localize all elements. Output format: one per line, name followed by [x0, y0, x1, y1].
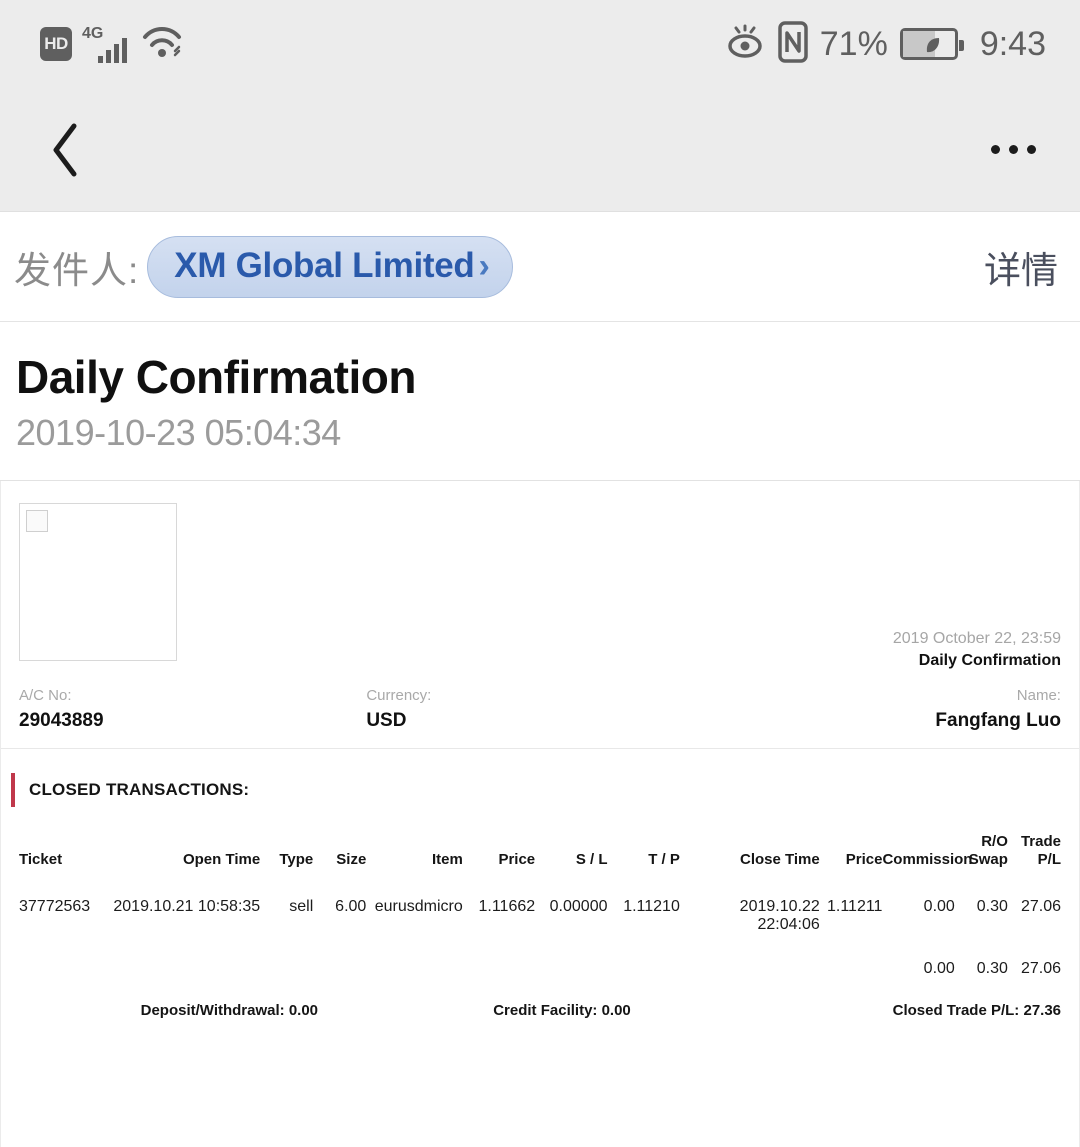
account-info-row: A/C No: 29043889 Currency: USD Name: Fan… — [1, 679, 1079, 750]
currency-value: USD — [366, 709, 407, 731]
body-bottom-padding — [0, 1081, 1080, 1147]
deposit-withdrawal-summary: Deposit/Withdrawal: 0.00 — [140, 1001, 319, 1019]
message-header: Daily Confirmation 2019-10-23 05:04:34 — [0, 322, 1080, 482]
cell-trade-pl: 27.06 — [1020, 897, 1061, 915]
back-button[interactable] — [34, 118, 98, 182]
cell-stop-loss: 0.00000 — [549, 897, 608, 915]
th-item: Item — [431, 850, 463, 868]
th-price-close: Price — [845, 850, 883, 868]
table-row: 37772563 2019.10.21 10:58:35 sell 6.00 e… — [19, 882, 1061, 942]
section-accent-bar — [11, 773, 15, 808]
th-size: Size — [336, 850, 367, 868]
sender-name-button[interactable]: XM Global Limited › — [147, 235, 513, 298]
power-save-leaf-icon — [926, 38, 939, 53]
hd-icon: HD — [40, 27, 72, 61]
cell-price-close: 1.11211 — [826, 897, 883, 915]
document-date: 2019 October 22, 23:59 — [892, 630, 1061, 648]
table-header-row: Ticket Open Time Type Size Item Price S … — [19, 825, 1061, 882]
total-trade-pl: 27.06 — [1020, 959, 1061, 977]
status-bar-right: 71% 9:43 — [724, 20, 1046, 68]
nfc-icon — [778, 20, 808, 68]
closed-trade-pl-summary: Closed Trade P/L: 27.36 — [892, 1001, 1062, 1019]
back-chevron-icon — [53, 123, 77, 176]
details-link[interactable]: 详情 — [984, 240, 1058, 294]
cell-price-open: 1.11662 — [478, 897, 536, 915]
name-value: Fangfang Luo — [935, 709, 1061, 731]
email-body: 2019 October 22, 23:59 Daily Confirmatio… — [0, 481, 1080, 1082]
cell-size: 6.00 — [335, 897, 367, 915]
th-pl-line1: Trade — [1020, 833, 1061, 851]
summary-row: Deposit/Withdrawal: 0.00 Credit Facility… — [1, 986, 1079, 1019]
th-stop-loss: S / L — [575, 850, 608, 868]
wifi-icon — [141, 25, 183, 66]
cell-take-profit: 1.11210 — [623, 897, 680, 915]
signal-icon: 4G — [82, 25, 127, 63]
table-totals-row: 0.00 0.30 27.06 — [19, 942, 1061, 986]
currency-label: Currency: — [366, 687, 432, 705]
phone-screen: HD 4G 71% 9:43 发件人: XM Global Limited › … — [0, 0, 1080, 1147]
account-number-value: 29043889 — [19, 709, 104, 731]
page-title: Daily Confirmation — [16, 351, 416, 403]
name-label: Name: — [1016, 687, 1061, 705]
chevron-right-icon: › — [478, 246, 490, 285]
sender-row: 发件人: XM Global Limited › 详情 — [0, 212, 1080, 322]
cell-item: eurusdmicro — [374, 897, 463, 915]
th-ticket: Ticket — [19, 850, 63, 868]
closed-transactions-header: CLOSED TRANSACTIONS: — [1, 749, 1079, 819]
account-number-cell: A/C No: 29043889 — [19, 685, 366, 734]
message-date: 2019-10-23 05:04:34 — [16, 412, 341, 454]
currency-cell: Currency: USD — [366, 685, 713, 734]
document-meta: 2019 October 22, 23:59 Daily Confirmatio… — [893, 628, 1061, 671]
account-number-label: A/C No: — [19, 687, 72, 705]
th-take-profit: T / P — [648, 850, 680, 868]
navigation-bar — [0, 88, 1080, 212]
th-price-open: Price — [498, 850, 536, 868]
broken-image-icon — [19, 503, 177, 662]
cell-open-time: 2019.10.21 10:58:35 — [113, 897, 261, 915]
th-swap-line1: R/O — [981, 833, 1008, 851]
th-type: Type — [279, 850, 314, 868]
broken-image-glyph — [26, 510, 48, 533]
th-pl-line2: P/L — [1037, 850, 1061, 868]
section-title: CLOSED TRANSACTIONS: — [29, 780, 250, 800]
th-trade-pl: Trade P/L — [1008, 825, 1061, 882]
cell-type: sell — [289, 897, 314, 915]
cell-swap: 0.30 — [976, 897, 1008, 915]
cell-commission: 0.00 — [923, 897, 955, 915]
sender-name-label: XM Global Limited — [174, 245, 475, 285]
cell-close-time: 2019.10.22 22:04:06 — [739, 897, 820, 933]
clock-label: 9:43 — [979, 24, 1046, 63]
total-swap: 0.30 — [976, 959, 1008, 977]
name-cell: Name: Fangfang Luo — [714, 685, 1061, 734]
credit-facility-summary: Credit Facility: 0.00 — [493, 1001, 631, 1019]
closed-transactions-table: Ticket Open Time Type Size Item Price S … — [19, 825, 1061, 986]
document-label: Daily Confirmation — [918, 651, 1061, 669]
th-close-time: Close Time — [739, 850, 820, 868]
total-commission: 0.00 — [923, 959, 955, 977]
status-bar: HD 4G 71% 9:43 — [0, 0, 1080, 88]
more-options-icon — [990, 145, 1000, 154]
sender-label: 发件人: — [14, 249, 140, 291]
status-bar-left: HD 4G — [40, 25, 183, 64]
th-commission: Commission — [882, 850, 973, 868]
document-header: 2019 October 22, 23:59 Daily Confirmatio… — [1, 481, 1079, 679]
more-options-button[interactable] — [976, 118, 1050, 182]
th-swap-line2: Swap — [968, 850, 1008, 868]
network-type-label: 4G — [82, 25, 104, 42]
battery-icon — [899, 28, 964, 60]
battery-percent-label: 71% — [819, 24, 888, 63]
th-open-time: Open Time — [182, 850, 261, 868]
cell-ticket: 37772563 — [19, 897, 91, 915]
eye-care-icon — [724, 22, 766, 67]
